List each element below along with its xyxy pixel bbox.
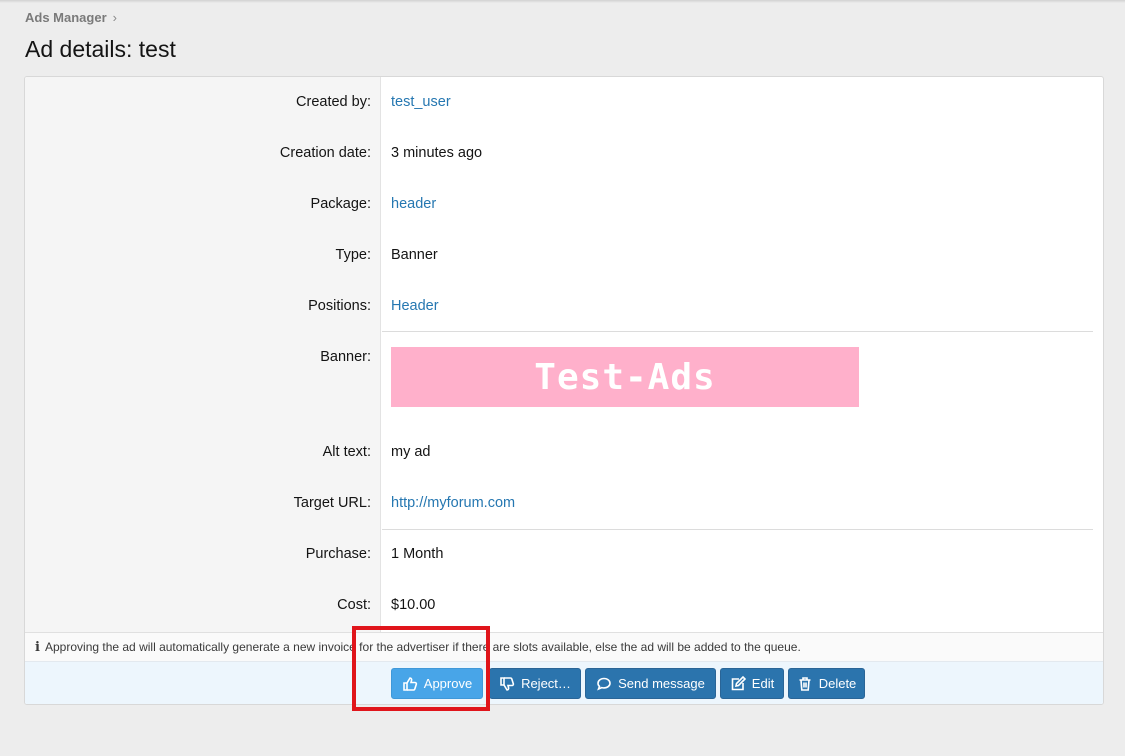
- top-border: [0, 0, 1125, 3]
- row-alt-text: Alt text: my ad: [25, 444, 1103, 464]
- breadcrumb-ads-manager[interactable]: Ads Manager: [25, 10, 107, 25]
- section-divider: [382, 331, 1093, 332]
- creation-date-value: 3 minutes ago: [391, 145, 483, 161]
- target-url-label: Target URL:: [293, 495, 371, 511]
- approval-note: i Approving the ad will automatically ge…: [25, 632, 1103, 662]
- row-creation-date: Creation date: 3 minutes ago: [25, 145, 1103, 165]
- positions-label: Positions:: [308, 298, 371, 314]
- reject-button[interactable]: Reject…: [489, 668, 581, 699]
- created-by-link[interactable]: test_user: [391, 94, 451, 110]
- purchase-label: Purchase:: [305, 546, 371, 562]
- chat-bubble-icon: [597, 677, 611, 690]
- send-message-button-label: Send message: [618, 676, 705, 691]
- approve-button-label: Approve: [423, 676, 473, 691]
- cost-label: Cost:: [337, 597, 371, 613]
- row-target-url: Target URL: http://myforum.com: [25, 495, 1103, 515]
- approval-note-text: Approving the ad will automatically gene…: [45, 640, 801, 654]
- chevron-right-icon: ›: [112, 10, 117, 25]
- row-purchase: Purchase: 1 Month: [25, 546, 1103, 566]
- row-type: Type: Banner: [25, 247, 1103, 267]
- edit-button[interactable]: Edit: [720, 668, 784, 699]
- creation-date-label: Creation date:: [279, 145, 371, 161]
- info-icon: i: [35, 639, 40, 655]
- banner-image: Test-Ads: [391, 347, 859, 407]
- positions-link[interactable]: Header: [391, 298, 439, 314]
- package-label: Package:: [310, 196, 371, 212]
- approve-button[interactable]: Approve: [391, 668, 483, 699]
- thumbs-up-icon: [402, 676, 417, 691]
- send-message-button[interactable]: Send message: [585, 668, 716, 699]
- trash-icon: [799, 676, 811, 691]
- reject-button-label: Reject…: [521, 676, 571, 691]
- delete-button-label: Delete: [818, 676, 857, 691]
- delete-button[interactable]: Delete: [788, 668, 865, 699]
- target-url-link[interactable]: http://myforum.com: [391, 495, 515, 511]
- alt-text-label: Alt text:: [322, 444, 371, 460]
- banner-text: Test-Ads: [534, 356, 716, 398]
- row-created-by: Created by: test_user: [25, 94, 1103, 114]
- type-value: Banner: [391, 247, 438, 263]
- banner-label: Banner:: [320, 349, 371, 365]
- row-positions: Positions: Header: [25, 298, 1103, 318]
- edit-icon: [731, 675, 746, 690]
- cost-value: $10.00: [391, 597, 436, 613]
- row-cost: Cost: $10.00: [25, 597, 1103, 617]
- page-title: Ad details: test: [25, 36, 176, 62]
- action-bar: Approve Reject… Send message Edit Delete: [25, 662, 1103, 704]
- section-divider: [382, 529, 1093, 530]
- ad-details-panel: Created by: test_user Creation date: 3 m…: [24, 76, 1104, 705]
- purchase-value: 1 Month: [391, 546, 444, 562]
- package-link[interactable]: header: [391, 196, 436, 212]
- edit-button-label: Edit: [751, 676, 775, 691]
- row-package: Package: header: [25, 196, 1103, 216]
- breadcrumb: Ads Manager ›: [25, 10, 117, 25]
- type-label: Type:: [335, 247, 371, 263]
- alt-text-value: my ad: [391, 444, 431, 460]
- thumbs-down-icon: [500, 676, 515, 691]
- created-by-label: Created by:: [296, 94, 371, 110]
